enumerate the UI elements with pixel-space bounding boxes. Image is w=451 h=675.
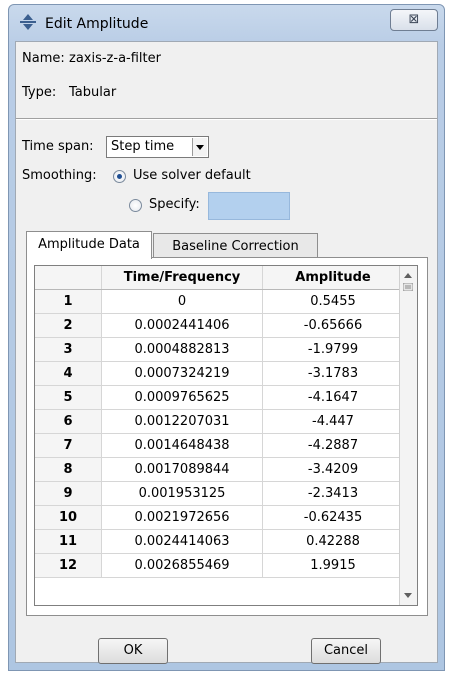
row-number-cell: 7 <box>35 433 102 458</box>
row-number-cell: 3 <box>35 337 102 362</box>
table-row[interactable]: 9 0.001953125 -2.3413 <box>35 481 404 506</box>
table-row[interactable]: 11 0.0024414063 0.42288 <box>35 529 404 554</box>
row-number-cell: 5 <box>35 385 102 410</box>
smoothing-label: Smoothing: <box>22 168 97 183</box>
time-cell[interactable]: 0.0017089844 <box>101 457 263 482</box>
chevron-down-icon <box>196 145 204 150</box>
amplitude-cell[interactable]: -3.4209 <box>262 457 404 482</box>
row-number-cell: 2 <box>35 313 102 338</box>
table-row[interactable]: 5 0.0009765625 -4.1647 <box>35 385 404 410</box>
amplitude-cell[interactable]: -4.1647 <box>262 385 404 410</box>
amplitude-cell[interactable]: -4.447 <box>262 409 404 434</box>
title-bar[interactable]: Edit Amplitude ⊠ <box>9 5 444 41</box>
radio-specify[interactable] <box>129 199 142 212</box>
amplitude-cell[interactable]: -1.9799 <box>262 337 404 362</box>
table-row[interactable]: 12 0.0026855469 1.9915 <box>35 553 404 578</box>
time-cell[interactable]: 0.0026855469 <box>101 553 263 578</box>
time-cell[interactable]: 0 <box>101 289 263 314</box>
tab-baseline-correction[interactable]: Baseline Correction <box>153 233 318 259</box>
amplitude-cell[interactable]: -3.1783 <box>262 361 404 386</box>
amplitude-cell[interactable]: 1.9915 <box>262 553 404 578</box>
amplitude-cell[interactable]: -2.3413 <box>262 481 404 506</box>
tab-label: Baseline Correction <box>172 239 299 254</box>
column-header-amplitude[interactable]: Amplitude <box>262 266 404 290</box>
scroll-grip-icon[interactable] <box>403 283 413 291</box>
data-table: Time/Frequency Amplitude 1 0 0.5455 2 0.0002… <box>35 266 404 578</box>
table-header-row: Time/Frequency Amplitude <box>35 266 404 290</box>
row-number-cell: 10 <box>35 505 102 530</box>
table-row[interactable]: 4 0.0007324219 -3.1783 <box>35 361 404 386</box>
separator <box>16 118 437 120</box>
amplitude-cell[interactable]: -0.65666 <box>262 313 404 338</box>
arrows-icon <box>20 14 36 30</box>
amplitude-cell[interactable]: 0.5455 <box>262 289 404 314</box>
use-solver-default-label: Use solver default <box>133 168 251 183</box>
name-label: Name: <box>22 51 65 66</box>
row-number-cell: 11 <box>35 529 102 554</box>
name-value: zaxis-z-a-filter <box>69 51 161 66</box>
time-cell[interactable]: 0.0014648438 <box>101 433 263 458</box>
table-row[interactable]: 3 0.0004882813 -1.9799 <box>35 337 404 362</box>
corner-cell <box>35 266 102 290</box>
close-icon: ⊠ <box>408 12 420 27</box>
close-button[interactable]: ⊠ <box>390 9 438 31</box>
table-row[interactable]: 10 0.0021972656 -0.62435 <box>35 505 404 530</box>
row-number-cell: 1 <box>35 289 102 314</box>
time-cell[interactable]: 0.0024414063 <box>101 529 263 554</box>
window-title: Edit Amplitude <box>45 16 149 32</box>
table-row[interactable]: 8 0.0017089844 -3.4209 <box>35 457 404 482</box>
amplitude-cell[interactable]: -4.2887 <box>262 433 404 458</box>
table-row[interactable]: 6 0.0012207031 -4.447 <box>35 409 404 434</box>
time-cell[interactable]: 0.0012207031 <box>101 409 263 434</box>
table-row[interactable]: 7 0.0014648438 -4.2887 <box>35 433 404 458</box>
time-span-select[interactable]: Step time <box>106 136 209 158</box>
ok-button[interactable]: OK <box>98 638 168 664</box>
time-cell[interactable]: 0.0002441406 <box>101 313 263 338</box>
specify-label: Specify: <box>149 197 200 212</box>
time-cell[interactable]: 0.0009765625 <box>101 385 263 410</box>
row-number-cell: 12 <box>35 553 102 578</box>
amplitude-data-panel: Time/Frequency Amplitude 1 0 0.5455 2 0.0002… <box>26 257 428 616</box>
time-cell[interactable]: 0.001953125 <box>101 481 263 506</box>
tab-amplitude-data[interactable]: Amplitude Data <box>26 231 152 259</box>
row-number-cell: 9 <box>35 481 102 506</box>
amplitude-cell[interactable]: -0.62435 <box>262 505 404 530</box>
dropdown-button[interactable] <box>192 138 207 156</box>
scroll-up-arrow[interactable] <box>404 273 412 278</box>
time-span-label: Time span: <box>22 139 94 154</box>
cancel-button[interactable]: Cancel <box>311 638 381 664</box>
column-header-time[interactable]: Time/Frequency <box>101 266 263 290</box>
time-span-value: Step time <box>111 139 175 154</box>
dialog-body: Name: zaxis-z-a-filter Type: Tabular Tim… <box>15 41 438 664</box>
type-value: Tabular <box>69 85 117 100</box>
row-number-cell: 4 <box>35 361 102 386</box>
scroll-down-arrow[interactable] <box>404 593 412 598</box>
table-row[interactable]: 1 0 0.5455 <box>35 289 404 314</box>
type-label: Type: <box>22 85 57 100</box>
row-number-cell: 6 <box>35 409 102 434</box>
vertical-scrollbar[interactable] <box>399 266 417 605</box>
edit-amplitude-dialog: Edit Amplitude ⊠ Name: zaxis-z-a-filter … <box>8 4 445 671</box>
radio-use-solver-default[interactable] <box>113 170 126 183</box>
time-cell[interactable]: 0.0021972656 <box>101 505 263 530</box>
table-row[interactable]: 2 0.0002441406 -0.65666 <box>35 313 404 338</box>
tab-label: Amplitude Data <box>38 237 140 252</box>
time-cell[interactable]: 0.0004882813 <box>101 337 263 362</box>
amplitude-table[interactable]: Time/Frequency Amplitude 1 0 0.5455 2 0.0002… <box>34 265 418 606</box>
specify-input[interactable] <box>208 192 290 220</box>
time-cell[interactable]: 0.0007324219 <box>101 361 263 386</box>
amplitude-cell[interactable]: 0.42288 <box>262 529 404 554</box>
row-number-cell: 8 <box>35 457 102 482</box>
